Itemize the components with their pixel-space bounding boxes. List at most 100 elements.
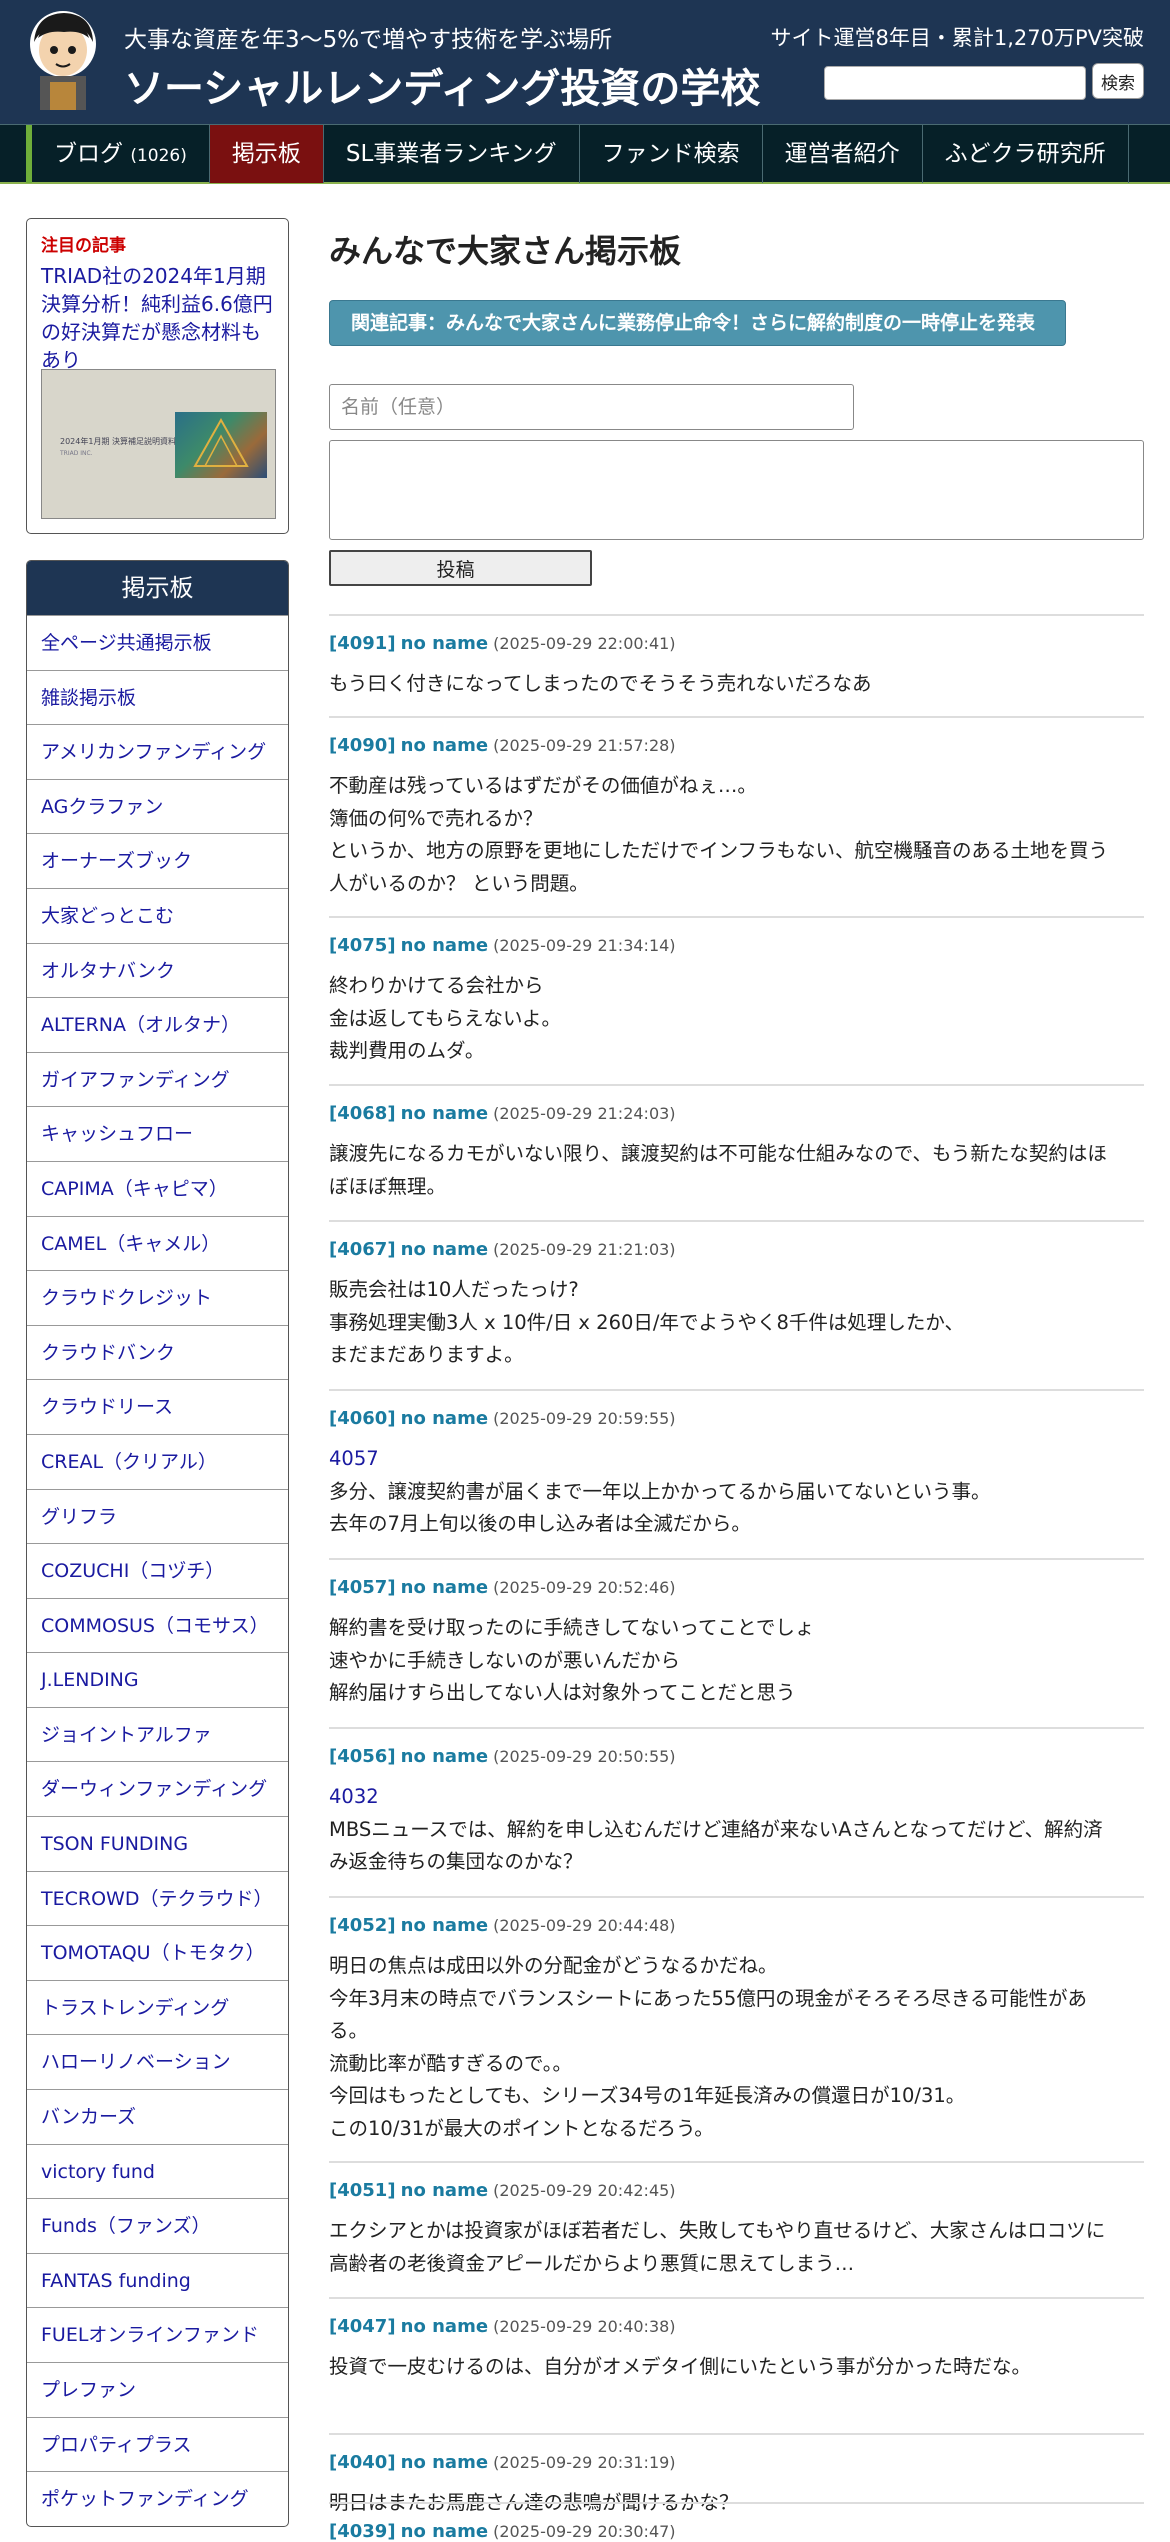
post-body-textarea[interactable]	[329, 440, 1144, 540]
nav-item-blog[interactable]: ブログ (1026)	[32, 125, 210, 183]
board-nav-item[interactable]: AGクラファン	[27, 778, 288, 834]
post-body: 明日の焦点は成田以外の分配金がどうなるかだね。 今年3月末の時点でバランスシートに…	[329, 1950, 1144, 2145]
board-nav-item[interactable]: バンカーズ	[27, 2089, 288, 2144]
post-author: no name	[400, 633, 489, 654]
board-nav-item[interactable]: クラウドクレジット	[27, 1270, 288, 1325]
nav-item-board[interactable]: 掲示板	[209, 125, 324, 183]
post-number[interactable]: [4067]	[329, 1239, 396, 1260]
post-number[interactable]: [4040]	[329, 2452, 396, 2473]
board-nav-item[interactable]: CREAL（クリアル）	[27, 1433, 288, 1489]
post-number[interactable]: [4056]	[329, 1746, 396, 1767]
board-nav-item[interactable]: CAPIMA（キャピマ）	[27, 1160, 288, 1216]
post-item: [4068] no name (2025-09-29 21:24:03) 譲渡先に…	[329, 1084, 1144, 1220]
reply-link[interactable]: 4032	[329, 1781, 1144, 1814]
post-body-line: 去年の7月上旬以後の申し込み者は全滅だから。	[329, 1512, 751, 1535]
post-body-line: 速やかに手続きしないのが悪いんだから	[329, 1648, 681, 1672]
post-header: [4052] no name (2025-09-29 20:44:48)	[329, 1915, 676, 1936]
board-nav-item[interactable]: CAMEL（キャメル）	[27, 1215, 288, 1271]
post-body: 終わりかけてる会社から 金は返してもらえないよ。 裁判費用のムダ。	[329, 970, 1144, 1068]
nav-item-lab[interactable]: ふどクラ研究所	[923, 125, 1129, 183]
board-nav-item[interactable]: ガイアファンディング	[27, 1051, 288, 1107]
post-item: [4060] no name (2025-09-29 20:59:55) 4057…	[329, 1389, 1144, 1558]
board-nav-item[interactable]: TECROWD（テクラウド）	[27, 1870, 288, 1926]
post-timestamp: (2025-09-29 21:34:14)	[493, 936, 676, 955]
thumbnail-caption: 2024年1月期 決算補足説明資料	[60, 437, 176, 446]
board-nav-item[interactable]: グリフラ	[27, 1488, 288, 1544]
character-mascot-icon[interactable]	[26, 8, 100, 112]
post-timestamp: (2025-09-29 20:52:46)	[493, 1578, 676, 1597]
post-body-line: 投資で一皮むけるのは、自分がオメデタイ側にいたという事が分かった時だな。	[329, 2355, 1032, 2378]
reply-link[interactable]: 4057	[329, 1443, 1144, 1476]
site-title[interactable]: ソーシャルレンディング投資の学校	[124, 56, 760, 114]
board-nav-item[interactable]: オーナーズブック	[27, 833, 288, 888]
featured-article-box: 注目の記事 TRIAD社の2024年1月期決算分析！純利益6.6億円の好決算だが…	[26, 218, 289, 534]
post-author: no name	[400, 1577, 489, 1598]
post-header: [4060] no name (2025-09-29 20:59:55)	[329, 1408, 676, 1429]
board-nav-item[interactable]: キャッシュフロー	[27, 1106, 288, 1161]
post-number[interactable]: [4052]	[329, 1915, 396, 1936]
featured-article-link[interactable]: TRIAD社の2024年1月期決算分析！純利益6.6億円の好決算だが懸念材料もあ…	[41, 262, 274, 374]
search-input[interactable]	[824, 66, 1086, 100]
board-nav-item[interactable]: ポケットファンディング	[27, 2471, 288, 2526]
site-stats: サイト運営8年目・累計1,270万PV突破	[770, 26, 1144, 50]
board-nav-item[interactable]: Funds（ファンズ）	[27, 2198, 288, 2253]
post-header: [4090] no name (2025-09-29 21:57:28)	[329, 735, 676, 756]
board-nav-item[interactable]: オルタナバンク	[27, 942, 288, 998]
post-number[interactable]: [4091]	[329, 633, 396, 654]
nav-item-ranking[interactable]: SL事業者ランキング	[324, 125, 580, 183]
board-nav-item[interactable]: ダーウィンファンディング	[27, 1761, 288, 1816]
post-number[interactable]: [4047]	[329, 2316, 396, 2337]
post-number[interactable]: [4057]	[329, 1577, 396, 1598]
board-nav-item[interactable]: クラウドバンク	[27, 1324, 288, 1380]
post-body-line: エクシアとかは投資家がほぼ若者だし、失敗してもやり直せるけど、大家さんはロコツに	[329, 2219, 1106, 2242]
search-button[interactable]: 検索	[1092, 63, 1144, 99]
board-nav-item[interactable]: 大家どっとこむ	[27, 887, 288, 943]
post-author: no name	[400, 2180, 489, 2201]
board-nav-item[interactable]: TSON FUNDING	[27, 1816, 288, 1871]
board-nav-item[interactable]: プレファン	[27, 2362, 288, 2417]
post-body-line: 解約書を受け取ったのに手続きしてないってことでしょ	[329, 1616, 815, 1639]
nav-item-about[interactable]: 運営者紹介	[763, 125, 923, 183]
post-number[interactable]: [4075]	[329, 935, 396, 956]
board-nav-item[interactable]: 全ページ共通掲示板	[27, 615, 288, 670]
post-header: [4067] no name (2025-09-29 21:21:03)	[329, 1239, 676, 1260]
post-number[interactable]: [4060]	[329, 1408, 396, 1429]
board-nav-item[interactable]: アメリカンファンディング	[27, 724, 288, 779]
post-number[interactable]: [4090]	[329, 735, 396, 756]
post-body-line: 明日の焦点は成田以外の分配金がどうなるかだね。	[329, 1954, 778, 1977]
post-author: no name	[400, 1103, 489, 1124]
post-item: [4091] no name (2025-09-29 22:00:41) もう曰く…	[329, 614, 1144, 716]
post-body-line: 簿価の何%で売れるか？	[329, 806, 543, 830]
board-nav-item[interactable]: ジョイントアルファ	[27, 1706, 288, 1762]
board-nav-item[interactable]: COZUCHI（コヅチ）	[27, 1543, 288, 1598]
post-timestamp: (2025-09-29 20:42:45)	[493, 2181, 676, 2200]
board-nav-item[interactable]: FANTAS funding	[27, 2252, 288, 2308]
board-nav-item[interactable]: victory fund	[27, 2143, 288, 2199]
board-nav-item[interactable]: TOMOTAQU（トモタク）	[27, 1925, 288, 1980]
post-number[interactable]: [4051]	[329, 2180, 396, 2201]
post-author: no name	[400, 1746, 489, 1767]
post-body-line: 金は返してもらえないよ。	[329, 1006, 562, 1030]
post-body-line: 今回はもったとしても、シリーズ34号の1年延長済みの償還日が10/31。	[329, 2084, 966, 2107]
post-item: [4052] no name (2025-09-29 20:44:48) 明日の焦…	[329, 1896, 1144, 2161]
post-body-line: MBSニュースでは、解約を申し込むんだけど連絡が来ないAさんとなってだけど、解約…	[329, 1817, 1103, 1841]
board-nav-item[interactable]: COMMOSUS（コモサス）	[27, 1597, 288, 1653]
site-header: 大事な資産を年3〜5%で増やす技術を学ぶ場所 ソーシャルレンディング投資の学校 …	[0, 0, 1170, 124]
board-nav-item[interactable]: 雑談掲示板	[27, 669, 288, 725]
thumbnail-graphic	[175, 412, 267, 478]
board-nav-item[interactable]: プロパティプラス	[27, 2416, 288, 2472]
name-input[interactable]	[329, 384, 854, 430]
post-number[interactable]: [4068]	[329, 1103, 396, 1124]
board-nav-item[interactable]: ハローリノベーション	[27, 2034, 288, 2089]
related-article-button[interactable]: 関連記事：みんなで大家さんに業務停止命令！さらに解約制度の一時停止を発表	[329, 300, 1066, 346]
post-header: [4051] no name (2025-09-29 20:42:45)	[329, 2180, 676, 2201]
featured-heading: 注目の記事	[41, 236, 126, 256]
nav-item-fund-search[interactable]: ファンド検索	[580, 125, 763, 183]
board-nav-item[interactable]: クラウドリース	[27, 1379, 288, 1434]
featured-article-thumbnail[interactable]: 2024年1月期 決算補足説明資料 TRIAD INC.	[41, 369, 276, 519]
board-nav-item[interactable]: トラストレンディング	[27, 1979, 288, 2035]
board-nav-item[interactable]: J.LENDING	[27, 1652, 288, 1707]
submit-post-button[interactable]: 投稿	[329, 550, 592, 586]
board-nav-item[interactable]: FUELオンラインファンド	[27, 2307, 288, 2362]
board-nav-item[interactable]: ALTERNA（オルタナ）	[27, 997, 288, 1052]
